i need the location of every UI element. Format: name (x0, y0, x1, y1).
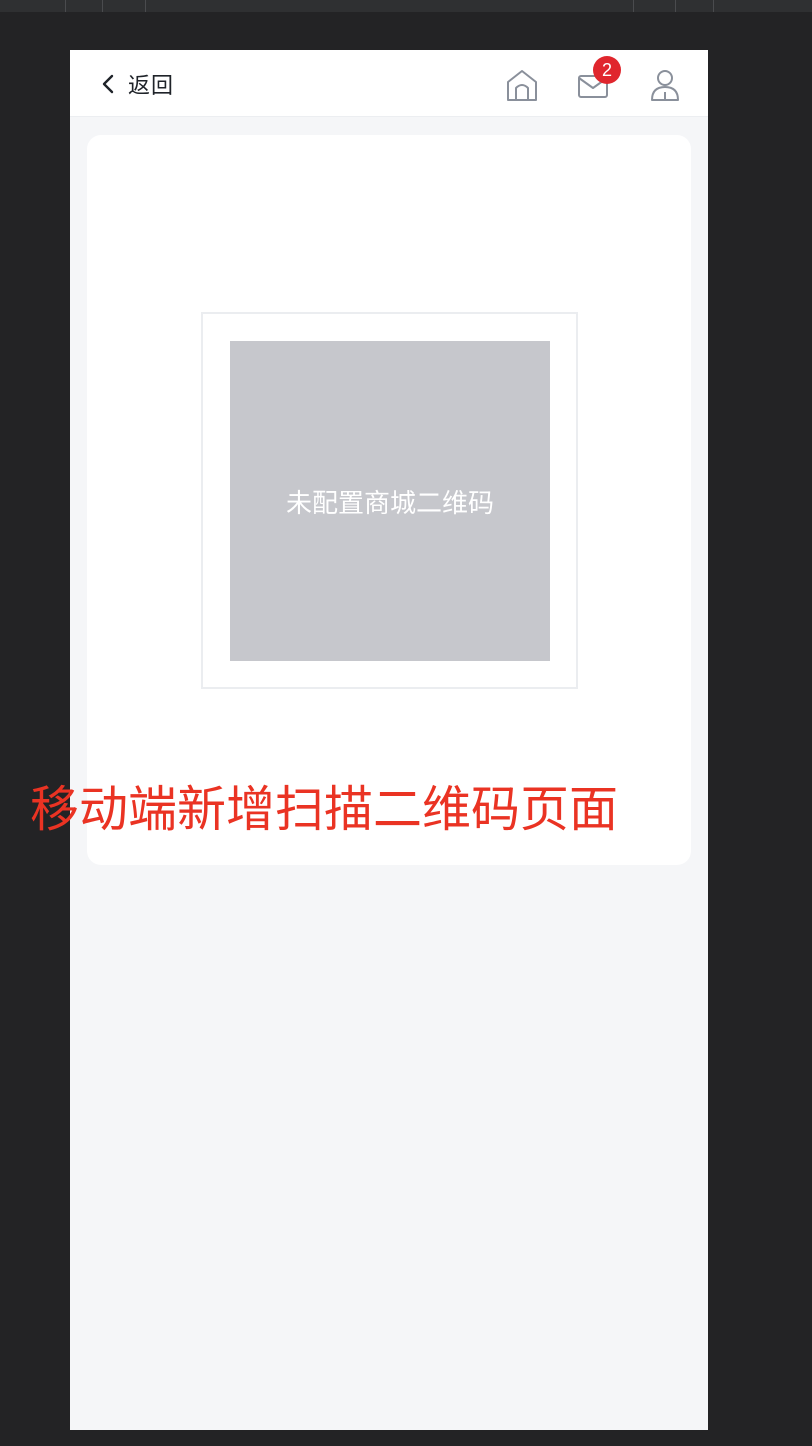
strip-divider (633, 0, 634, 12)
top-nav-bar: 返回 2 (70, 50, 708, 117)
annotation-label: 移动端新增扫描二维码页面 (30, 781, 619, 838)
strip-divider (65, 0, 66, 12)
qr-code-placeholder: 未配置商城二维码 (230, 341, 550, 661)
mobile-page: 返回 2 未配置商城二维码 (70, 50, 708, 1430)
message-count-badge: 2 (593, 56, 621, 84)
chevron-left-icon (102, 74, 114, 94)
home-button[interactable] (505, 67, 539, 103)
back-button[interactable]: 返回 (100, 70, 175, 99)
qr-placeholder-text: 未配置商城二维码 (285, 488, 494, 519)
qr-card: 未配置商城二维码 (87, 135, 691, 865)
profile-button[interactable] (648, 67, 682, 103)
strip-divider (675, 0, 676, 12)
strip-divider (713, 0, 714, 12)
strip-divider (145, 0, 146, 12)
qr-code-frame: 未配置商城二维码 (201, 312, 578, 689)
strip-divider (102, 0, 103, 12)
home-icon (507, 70, 537, 101)
user-icon (651, 70, 679, 101)
back-label: 返回 (128, 74, 175, 99)
window-top-strip (0, 0, 812, 12)
